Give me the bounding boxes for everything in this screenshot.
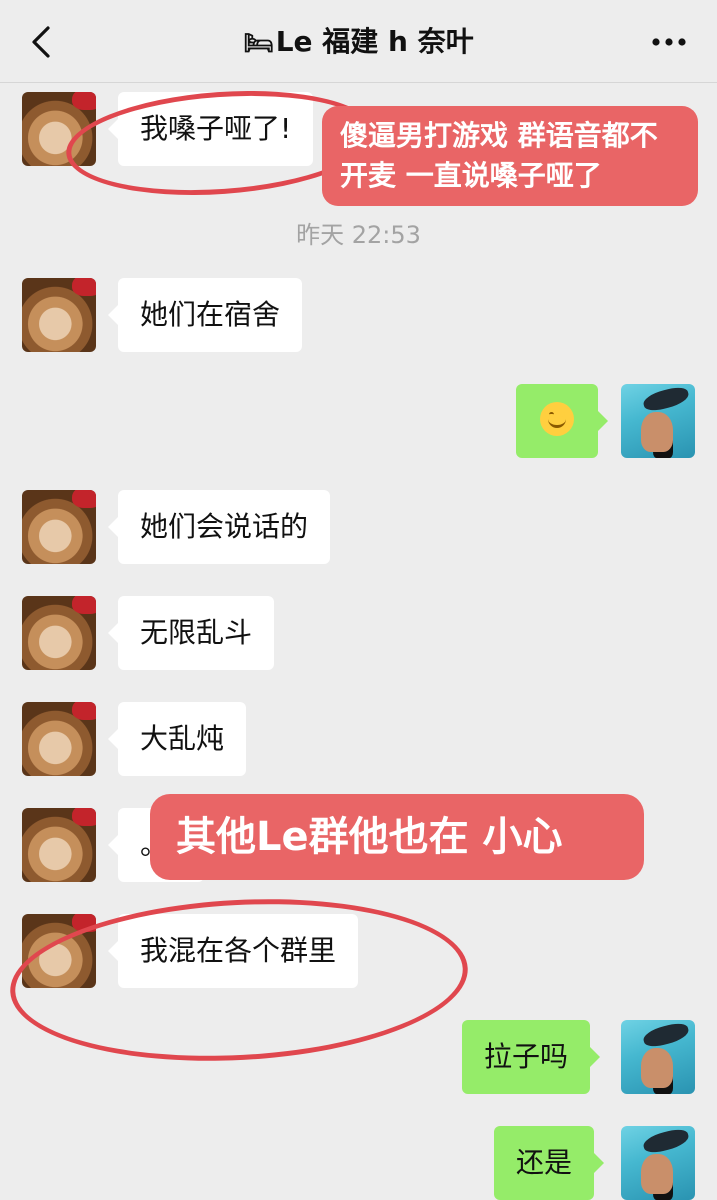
- bed-emoji-icon: 🛏: [243, 29, 274, 57]
- contact-avatar[interactable]: [22, 490, 96, 564]
- message-bubble-outgoing[interactable]: [516, 384, 608, 458]
- annotation-note: 其他Le群他也在 小心: [150, 794, 644, 880]
- self-avatar[interactable]: [621, 384, 695, 458]
- chat-header: 🛏Le 福建 h 奈叶: [0, 0, 717, 83]
- contact-avatar[interactable]: [22, 596, 96, 670]
- contact-avatar[interactable]: [22, 702, 96, 776]
- message-bubble-incoming[interactable]: 大乱炖: [107, 702, 247, 776]
- annotation-note: 傻逼男打游戏 群语音都不开麦 一直说嗓子哑了: [322, 106, 698, 206]
- timestamp: 昨天 22:53: [296, 221, 421, 249]
- message-text: 还是: [516, 1146, 573, 1179]
- message-bubble-incoming[interactable]: 她们在宿舍: [107, 278, 303, 352]
- contact-avatar[interactable]: [22, 808, 96, 882]
- message-text: 无限乱斗: [140, 616, 253, 649]
- more-dots-icon[interactable]: [649, 24, 689, 60]
- message-bubble-outgoing[interactable]: 拉子吗: [462, 1020, 601, 1094]
- self-avatar[interactable]: [621, 1020, 695, 1094]
- message-text: 她们在宿舍: [140, 298, 281, 331]
- chat-title: 🛏Le 福建 h 奈叶: [0, 22, 717, 63]
- message-text: 拉子吗: [484, 1040, 569, 1073]
- contact-avatar[interactable]: [22, 278, 96, 352]
- message-text: 大乱炖: [140, 722, 225, 755]
- message-bubble-outgoing[interactable]: 还是: [494, 1126, 605, 1200]
- message-bubble-incoming[interactable]: 她们会说话的: [107, 490, 331, 564]
- message-text: 她们会说话的: [140, 510, 309, 543]
- message-bubble-incoming[interactable]: 无限乱斗: [107, 596, 275, 670]
- self-avatar[interactable]: [621, 1126, 695, 1200]
- chat-title-text: Le 福建 h 奈叶: [275, 25, 474, 58]
- smile-emoji-icon: [540, 402, 574, 436]
